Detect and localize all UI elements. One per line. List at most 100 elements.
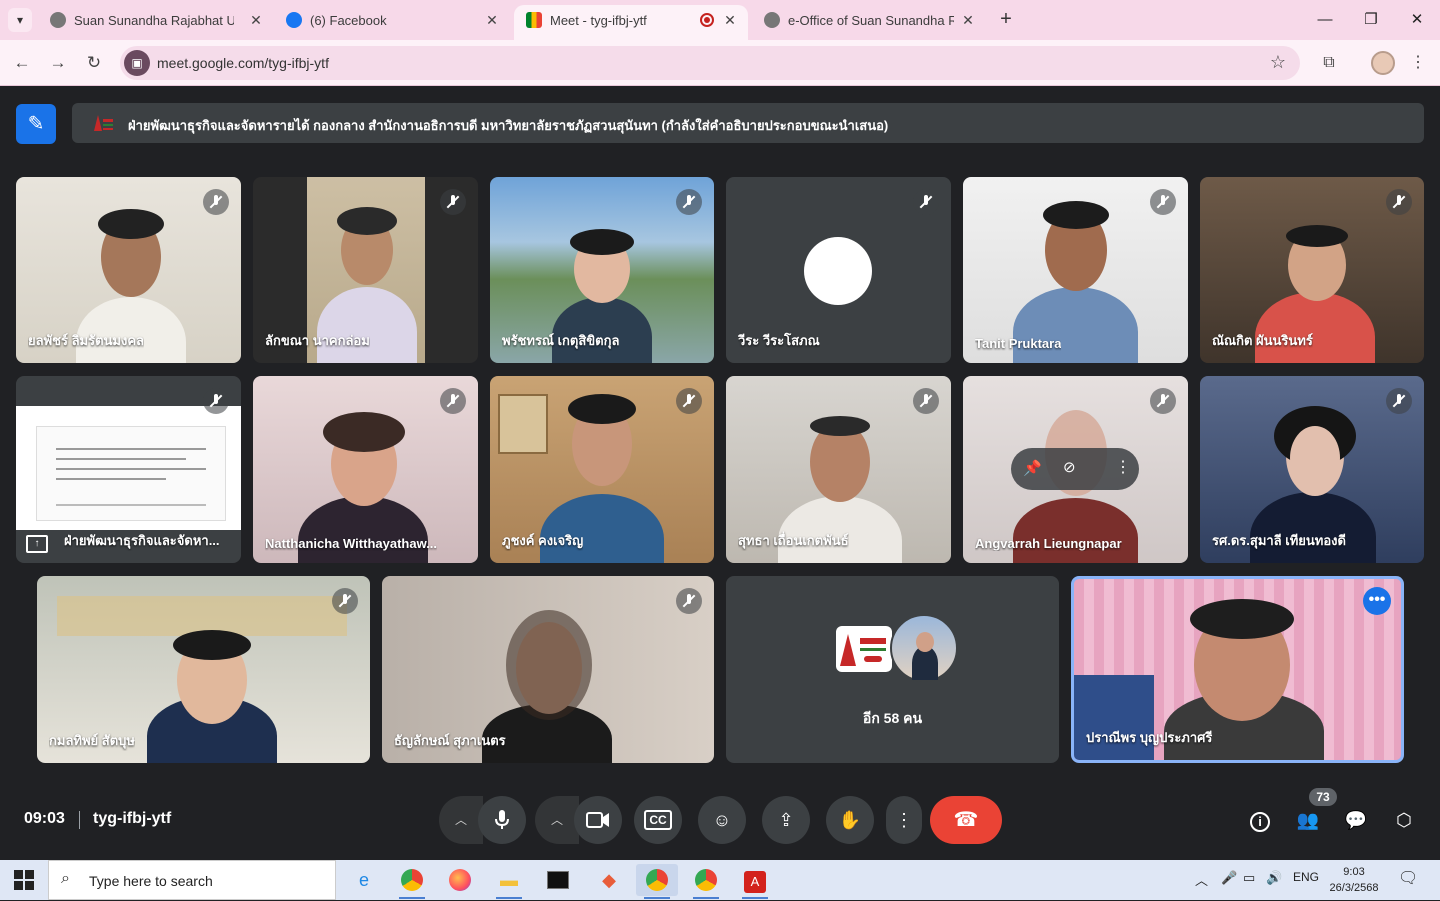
file-explorer-icon[interactable]: ▬ <box>488 864 530 899</box>
university-logo <box>94 115 113 131</box>
people-button[interactable]: 👥 <box>1294 806 1322 834</box>
participant-tile[interactable]: วีระ วีระโสภณ <box>726 177 951 363</box>
camera-icon <box>586 812 609 828</box>
recording-icon <box>700 13 714 27</box>
more-participants-tile[interactable]: อีก 58 คน <box>726 576 1059 763</box>
mic-off-icon <box>440 189 466 215</box>
close-icon[interactable]: ✕ <box>958 10 978 30</box>
avatar <box>890 614 958 682</box>
chat-button[interactable]: 💬 <box>1342 806 1370 834</box>
taskbar-search[interactable]: ⌕ Type here to search <box>48 860 336 900</box>
reactions-button[interactable]: ☺ <box>698 796 746 844</box>
meeting-code: tyg-ifbj-ytf <box>93 810 172 827</box>
site-info-icon[interactable]: ▣ <box>124 50 150 76</box>
forward-button[interactable]: → <box>45 50 71 76</box>
start-button[interactable] <box>14 870 34 890</box>
participant-name: ลักขณา นาคกล่อม <box>265 333 370 348</box>
edge-icon[interactable]: e <box>343 864 385 896</box>
mic-off-icon <box>676 588 702 614</box>
speaking-indicator-icon[interactable]: ••• <box>1363 587 1391 615</box>
camera-button[interactable] <box>574 796 622 844</box>
globe-icon <box>764 12 780 28</box>
profile-avatar[interactable] <box>1371 51 1395 75</box>
more-options-button[interactable]: ⋮ <box>886 796 922 844</box>
raise-hand-button[interactable]: ✋ <box>826 796 874 844</box>
participant-tile[interactable]: ภูชงค์ คงเจริญ <box>490 376 714 563</box>
close-window-button[interactable]: ✕ <box>1403 6 1431 34</box>
activities-icon: ⬡ <box>1396 810 1412 830</box>
participant-tile[interactable]: สุทธา เถื่อนเกตพันธ์ <box>726 376 951 563</box>
participant-name: วีระ วีระโสภณ <box>738 333 820 348</box>
meet-icon <box>526 12 542 28</box>
close-icon[interactable]: ✕ <box>482 10 502 30</box>
mic-off-icon[interactable]: ⊘ <box>1063 458 1085 480</box>
reload-button[interactable]: ↻ <box>81 50 107 76</box>
chrome-icon[interactable] <box>391 864 433 899</box>
tab-meet[interactable]: Meet - tyg-ifbj-ytf ✕ <box>514 5 748 40</box>
minimize-button[interactable]: — <box>1311 6 1339 34</box>
meeting-details-button[interactable]: i <box>1246 806 1274 834</box>
volume-icon[interactable]: 🔊 <box>1266 870 1282 886</box>
participant-tile[interactable]: กมลทิพย์ สัตบุษ <box>37 576 370 763</box>
leave-call-button[interactable]: ☎ <box>930 796 1002 844</box>
present-button[interactable]: ⇪ <box>762 796 810 844</box>
video-options-caret[interactable]: ︿ <box>535 796 579 844</box>
participant-tile[interactable]: ลักขณา นาคกล่อม <box>253 177 478 363</box>
mic-off-icon <box>1150 388 1176 414</box>
participant-tile[interactable]: ณัณกิต ผันนรินทร์ <box>1200 177 1424 363</box>
participant-tile[interactable]: ยลพัชร์ ลิมรัตนมงคล <box>16 177 241 363</box>
firefox-icon[interactable] <box>439 864 481 896</box>
tab-title: Suan Sunandha Rajabhat Unive <box>74 13 234 28</box>
participant-name: Natthanicha Witthayathaw... <box>265 536 438 551</box>
present-screen-icon: ⇪ <box>778 810 794 830</box>
emoji-icon: ☺ <box>712 810 732 830</box>
chrome-profile-2-icon[interactable] <box>685 864 727 899</box>
extensions-icon[interactable]: ⧉ <box>1316 50 1342 76</box>
mic-off-icon <box>1386 388 1412 414</box>
restore-button[interactable]: ❐ <box>1357 6 1385 34</box>
participant-tile[interactable]: 📌 ⊘ ⋮ Angvarrah Lieungnapar <box>963 376 1188 563</box>
chrome-menu-icon[interactable]: ⋮ <box>1405 50 1431 76</box>
language-indicator[interactable]: ENG <box>1293 870 1319 884</box>
participant-tile-speaking[interactable]: ••• ปราณีพร บุญประภาศรี <box>1071 576 1404 763</box>
close-icon[interactable]: ✕ <box>720 10 740 30</box>
tab-suan-sunandha[interactable]: Suan Sunandha Rajabhat Unive ✕ <box>38 0 274 40</box>
pin-icon[interactable]: 📌 <box>1023 459 1042 477</box>
participant-tile[interactable]: ธัญลักษณ์ สุภาเนตร <box>382 576 714 763</box>
presentation-tile[interactable]: ↑ ฝ่ายพัฒนาธุรกิจและจัดหา... <box>16 376 241 563</box>
acrobat-icon[interactable]: A <box>734 864 776 899</box>
tab-e-office[interactable]: e-Office of Suan Sunandha Raja ✕ <box>752 0 986 40</box>
microphone-tray-icon[interactable]: 🎤 <box>1221 870 1237 886</box>
meeting-clock: 09:03 <box>24 810 65 827</box>
mic-off-icon <box>1150 189 1176 215</box>
notifications-icon[interactable]: 🗨 <box>1398 868 1418 888</box>
captions-button[interactable]: CC <box>634 796 682 844</box>
avatar <box>804 237 872 305</box>
search-icon: ⌕ <box>61 870 70 887</box>
bookmark-star-icon[interactable]: ☆ <box>1270 52 1286 73</box>
network-icon[interactable]: ▭ <box>1243 870 1255 886</box>
annotate-button[interactable]: ✎ <box>16 104 56 144</box>
terminal-icon[interactable] <box>537 864 579 896</box>
show-hidden-icons-button[interactable]: ︿ <box>1195 870 1208 889</box>
app-icon[interactable]: ◆ <box>588 864 630 896</box>
participant-name: พรัชทรณ์ เกตุสิขิตกุล <box>502 333 620 348</box>
address-bar[interactable]: ▣ meet.google.com/tyg-ifbj-ytf ☆ <box>120 46 1300 80</box>
new-tab-button[interactable]: + <box>994 8 1018 32</box>
more-options-icon[interactable]: ⋮ <box>1115 457 1131 477</box>
activities-button[interactable]: ⬡ <box>1390 806 1418 834</box>
system-clock[interactable]: 9:03 26/3/2568 <box>1322 864 1386 896</box>
tab-search-button[interactable]: ▾ <box>8 8 32 32</box>
participant-tile[interactable]: Tanit Pruktara <box>963 177 1188 363</box>
participant-name: Tanit Pruktara <box>975 336 1062 351</box>
audio-options-caret[interactable]: ︿ <box>439 796 483 844</box>
tab-facebook[interactable]: (6) Facebook ✕ <box>274 0 510 40</box>
microphone-button[interactable] <box>478 796 526 844</box>
participant-tile[interactable]: พรัชทรณ์ เกตุสิขิตกุล <box>490 177 714 363</box>
presentation-title: ฝ่ายพัฒนาธุรกิจและจัดหารายได้ กองกลาง สำ… <box>128 118 889 133</box>
chrome-profile-icon[interactable] <box>636 864 678 899</box>
close-icon[interactable]: ✕ <box>246 10 266 30</box>
back-button[interactable]: ← <box>9 50 35 76</box>
participant-tile[interactable]: Natthanicha Witthayathaw... <box>253 376 478 563</box>
participant-tile[interactable]: รศ.ดร.สุมาลี เทียนทองดี <box>1200 376 1424 563</box>
